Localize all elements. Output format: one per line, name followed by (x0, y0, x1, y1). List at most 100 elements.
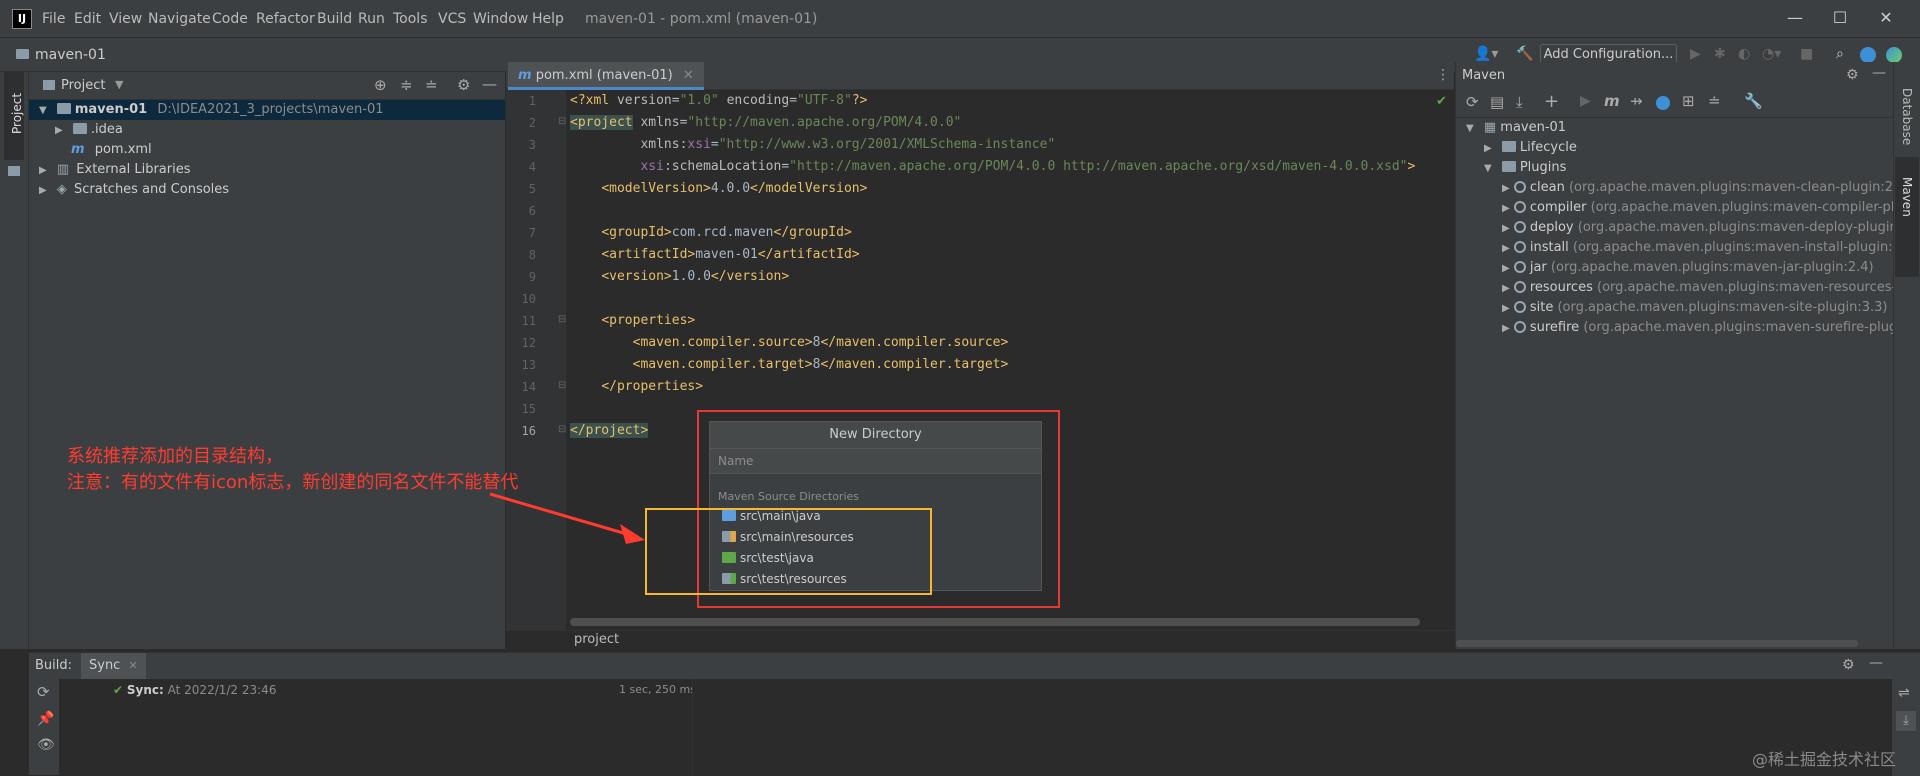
menu-navigate[interactable]: Navigate (148, 11, 211, 27)
stop-icon[interactable]: ■ (1800, 46, 1813, 62)
menu-run[interactable]: Run (358, 11, 385, 27)
hide-icon[interactable]: — (1872, 65, 1886, 81)
maven-plugin-item[interactable]: ▶ jar (org.apache.maven.plugins:maven-ja… (1456, 258, 1893, 278)
chevron-right-icon[interactable]: ▶ (1502, 323, 1510, 334)
sync-entry[interactable]: ✔ Sync: At 2022/1/2 23:46 (113, 681, 276, 699)
chevron-right-icon[interactable]: ▶ (39, 185, 47, 196)
minimize-icon[interactable]: — (1785, 8, 1805, 27)
maven-plugin-item[interactable]: ▶ surefire (org.apache.maven.plugins:mav… (1456, 318, 1893, 338)
project-panel-title[interactable]: Project (61, 78, 105, 93)
tree-item-maven-01[interactable]: ▼ maven-01 D:\IDEA2021_3_projects\maven-… (29, 100, 505, 120)
chevron-down-icon[interactable]: ▼ (39, 105, 47, 116)
tree-item-idea[interactable]: ▶ .idea (29, 120, 505, 140)
chevron-right-icon[interactable]: ▶ (1502, 243, 1510, 254)
locate-icon[interactable]: ⊕ (374, 76, 387, 94)
breadcrumb[interactable]: maven-01 (35, 47, 106, 63)
execute-goal-icon[interactable]: m (1604, 92, 1620, 110)
chevron-right-icon[interactable]: ▶ (1502, 263, 1510, 274)
maven-tree-plugins[interactable]: ▼ Plugins (1456, 158, 1893, 178)
chevron-down-icon[interactable]: ▼ (1466, 123, 1474, 134)
hide-icon[interactable]: — (1869, 655, 1883, 671)
update-icon[interactable] (1860, 47, 1876, 63)
chevron-right-icon[interactable]: ▶ (1484, 143, 1492, 154)
run-icon[interactable]: ▶ (1580, 93, 1591, 109)
menu-build[interactable]: Build (317, 11, 352, 27)
profile-icon[interactable]: ◔▾ (1762, 46, 1781, 62)
chevron-right-icon[interactable]: ▶ (1502, 223, 1510, 234)
rerun-icon[interactable]: ⟳ (37, 683, 50, 701)
toolbox-icon[interactable] (1886, 47, 1902, 63)
eye-icon[interactable]: 👁 (37, 737, 55, 753)
add-icon[interactable]: + (1544, 91, 1559, 112)
chevron-right-icon[interactable]: ▶ (1502, 303, 1510, 314)
hammer-icon[interactable]: 🔨 (1516, 46, 1533, 62)
expand-all-icon[interactable]: ≑ (400, 76, 413, 94)
download-icon[interactable]: ⤓ (1516, 93, 1523, 111)
tree-item-external-libraries[interactable]: ▶ ▥ External Libraries (29, 160, 505, 180)
plugin-gear-icon (1513, 321, 1526, 333)
close-icon[interactable]: ✕ (1876, 8, 1896, 27)
user-icon[interactable]: 👤▾ (1474, 46, 1498, 62)
maven-plugin-item[interactable]: ▶ install (org.apache.maven.plugins:mave… (1456, 238, 1893, 258)
chevron-right-icon[interactable]: ▶ (39, 165, 47, 176)
maven-plugin-item[interactable]: ▶ deploy (org.apache.maven.plugins:maven… (1456, 218, 1893, 238)
tree-item-label: Lifecycle (1519, 140, 1577, 155)
menu-code[interactable]: Code (212, 11, 248, 27)
maven-plugin-item[interactable]: ▶ clean (org.apache.maven.plugins:maven-… (1456, 178, 1893, 198)
chevron-right-icon[interactable]: ▶ (1502, 203, 1510, 214)
chevron-right-icon[interactable]: ▶ (55, 125, 63, 136)
maven-plugin-item[interactable]: ▶ site (org.apache.maven.plugins:maven-s… (1456, 298, 1893, 318)
menu-window[interactable]: Window (473, 11, 528, 27)
line-number: 14 (521, 380, 536, 394)
wrench-icon[interactable]: 🔧 (1744, 92, 1763, 110)
generate-sources-icon[interactable]: ▤ (1490, 93, 1504, 111)
menu-vcs[interactable]: VCS (438, 11, 466, 27)
debug-icon[interactable]: ✱ (1714, 46, 1726, 62)
gear-icon[interactable]: ⚙ (1842, 657, 1855, 673)
menu-tools[interactable]: Tools (393, 11, 428, 27)
chevron-down-icon[interactable]: ▼ (1484, 163, 1492, 174)
gear-icon[interactable]: ⚙ (1846, 67, 1859, 83)
horizontal-scrollbar[interactable] (1456, 640, 1858, 647)
gear-icon[interactable]: ⚙ (457, 76, 470, 94)
menu-edit[interactable]: Edit (74, 11, 101, 27)
menu-file[interactable]: File (42, 11, 65, 27)
coverage-icon[interactable]: ◐ (1738, 46, 1750, 62)
close-tab-icon[interactable]: ✕ (683, 68, 694, 83)
search-icon[interactable]: ⌕ (1836, 46, 1844, 62)
chevron-right-icon[interactable]: ▶ (1502, 283, 1510, 294)
tree-item-pom-xml[interactable]: m pom.xml (29, 140, 505, 160)
tab-sync[interactable]: Sync ✕ (81, 653, 146, 679)
more-options-icon[interactable]: ⋮ (1436, 67, 1450, 83)
show-dependencies-icon[interactable]: ⊞ (1682, 92, 1695, 110)
maven-plugin-item[interactable]: ▶ resources (org.apache.maven.plugins:ma… (1456, 278, 1893, 298)
database-stripe-label[interactable]: Database (1900, 88, 1914, 145)
menu-help[interactable]: Help (532, 11, 564, 27)
maven-stripe-button[interactable] (1895, 157, 1919, 277)
reload-icon[interactable]: ⟳ (1466, 93, 1479, 111)
build-output[interactable] (692, 679, 1892, 776)
horizontal-scrollbar[interactable] (570, 618, 1420, 626)
toggle-offline-icon[interactable]: ⇸ (1630, 92, 1643, 110)
tree-item-scratches[interactable]: ▶ ◈ Scratches and Consoles (29, 180, 505, 200)
chevron-right-icon[interactable]: ▶ (1502, 183, 1510, 194)
collapse-all-icon[interactable]: ≐ (1708, 92, 1721, 110)
menu-view[interactable]: View (109, 11, 142, 27)
soft-wrap-icon[interactable]: ⇌ (1898, 685, 1910, 701)
scroll-to-end-icon[interactable]: ⤓ (1896, 711, 1916, 731)
plugin-coordinates: (org.apache.maven.plugins:maven-site-plu… (1557, 300, 1888, 315)
skip-tests-icon[interactable] (1656, 96, 1670, 110)
maven-tree-root[interactable]: ▼ ▦ maven-01 (1456, 118, 1893, 138)
tab-pom-xml[interactable]: m pom.xml (maven-01) ✕ (508, 62, 704, 90)
hide-icon[interactable]: — (482, 75, 497, 93)
pin-icon[interactable]: 📌 (37, 711, 54, 727)
maven-tree-lifecycle[interactable]: ▶ Lifecycle (1456, 138, 1893, 158)
editor-breadcrumb[interactable]: project (574, 632, 619, 647)
menu-refactor[interactable]: Refactor (256, 11, 315, 27)
maven-plugin-item[interactable]: ▶ compiler (org.apache.maven.plugins:mav… (1456, 198, 1893, 218)
chevron-down-icon[interactable]: ▼ (115, 78, 123, 91)
collapse-all-icon[interactable]: ≐ (425, 76, 438, 94)
maximize-icon[interactable]: ☐ (1830, 8, 1850, 27)
run-icon[interactable]: ▶ (1690, 46, 1701, 62)
close-tab-icon[interactable]: ✕ (128, 659, 137, 672)
